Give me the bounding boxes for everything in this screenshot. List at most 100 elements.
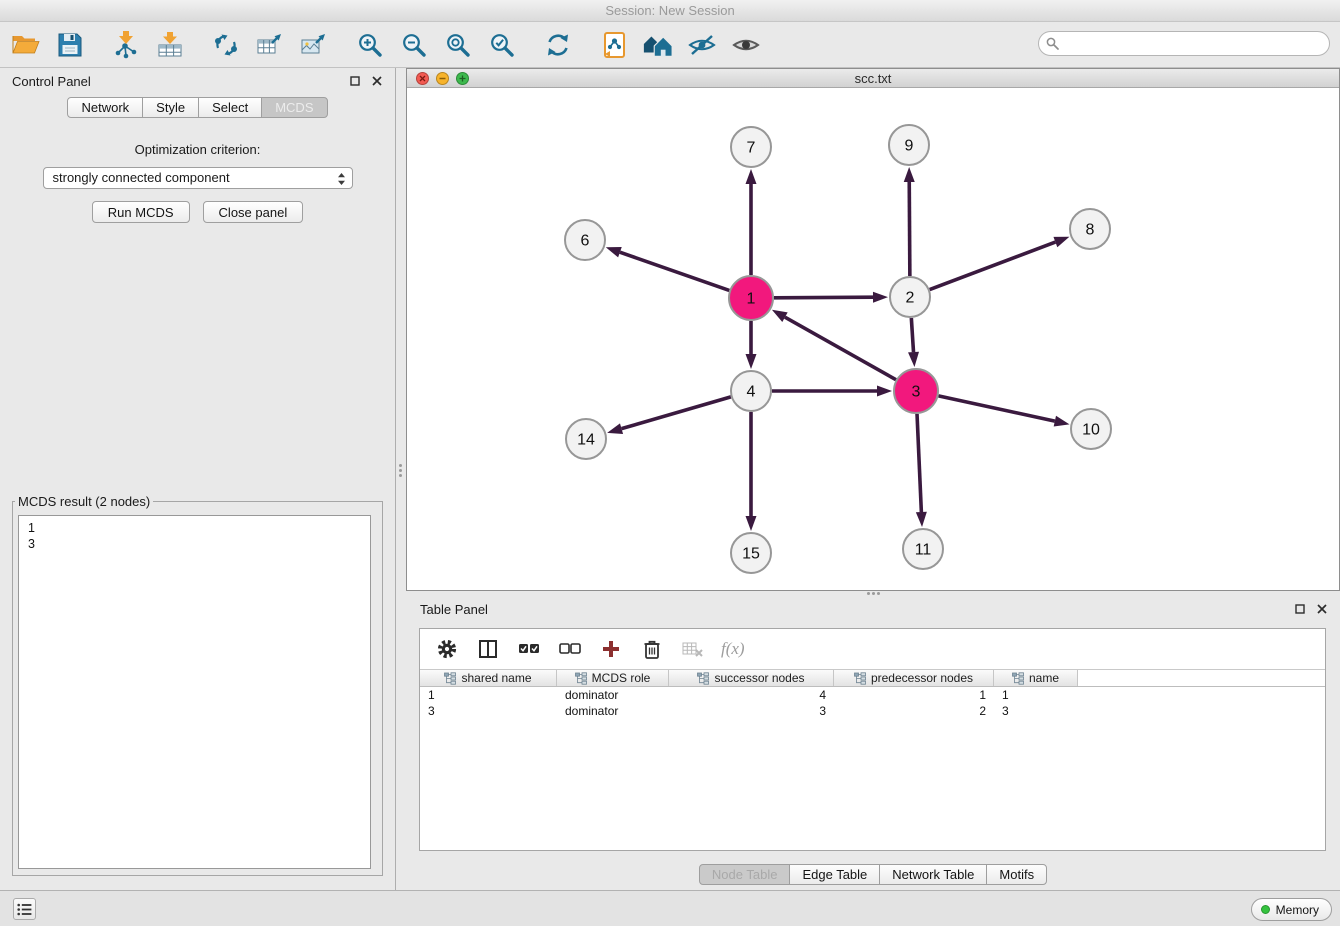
graph-node-3[interactable]: 3 [894,369,938,413]
tab-style[interactable]: Style [142,97,199,118]
edge-1-to-2[interactable] [774,297,873,298]
tab-mcds[interactable]: MCDS [261,97,327,118]
zoom-window-button[interactable] [456,72,469,85]
graph-node-4[interactable]: 4 [731,371,771,411]
close-table-panel-button[interactable] [1314,601,1330,617]
edge-4-to-14[interactable] [622,397,731,429]
refresh-button[interactable] [542,29,574,61]
table-panel-header: Table Panel [406,596,1340,622]
edge-2-to-8[interactable] [930,242,1056,290]
toolbar-group [10,29,86,61]
add-row-button[interactable] [598,636,624,662]
deselect-all-button[interactable] [557,636,583,662]
select-all-button[interactable] [516,636,542,662]
edge-3-to-11[interactable] [917,414,921,512]
window-title: Session: New Session [605,3,734,18]
network-window-titlebar: scc.txt [407,69,1339,88]
column-header-successor-nodes[interactable]: successor nodes [669,670,834,686]
network-canvas[interactable]: 7 9 6 8 1 2 4 3 14 10 15 11 [407,88,1339,590]
delete-row-button[interactable] [639,636,665,662]
settings-button[interactable] [434,636,460,662]
control-panel: Control Panel NetworkStyleSelectMCDS Opt… [0,68,396,890]
column-layout-button[interactable] [475,636,501,662]
close-window-button[interactable] [416,72,429,85]
optimization-criterion-select[interactable]: strongly connected component [43,167,353,189]
edge-2-to-3[interactable] [911,318,913,352]
edge-3-to-10[interactable] [938,396,1054,421]
graph-node-9[interactable]: 9 [889,125,929,165]
table-cell: 4 [669,687,834,703]
save-session-button[interactable] [54,29,86,61]
graph-node-2[interactable]: 2 [890,277,930,317]
edge-2-to-9[interactable] [909,182,910,276]
edge-arrowhead-icon [873,292,888,303]
column-header-shared-name[interactable]: shared name [420,670,557,686]
tab-select[interactable]: Select [198,97,262,118]
show-graphics-icon [731,32,761,58]
graph-node-7[interactable]: 7 [731,127,771,167]
column-header-name[interactable]: name [994,670,1078,686]
float-panel-button[interactable] [347,73,363,89]
column-header-MCDS-role[interactable]: MCDS role [557,670,669,686]
memory-button[interactable]: Memory [1251,898,1332,921]
export-table-button[interactable] [254,29,286,61]
graph-node-1[interactable]: 1 [729,276,773,320]
hide-graphics-button[interactable] [686,29,718,61]
node-label: 1 [747,291,756,308]
graph-node-14[interactable]: 14 [566,419,606,459]
network-share-button[interactable] [210,29,242,61]
minimize-window-button[interactable] [436,72,449,85]
column-header-predecessor-nodes[interactable]: predecessor nodes [834,670,994,686]
show-graphics-button[interactable] [730,29,762,61]
tab-edge-table[interactable]: Edge Table [789,864,880,885]
tab-network-table[interactable]: Network Table [879,864,987,885]
graph-node-8[interactable]: 8 [1070,209,1110,249]
vertical-splitter[interactable] [398,464,403,478]
task-history-button[interactable] [13,898,36,920]
import-network-button[interactable] [110,29,142,61]
result-line: 1 [28,520,361,536]
run-mcds-button[interactable]: Run MCDS [92,201,190,223]
import-table-button[interactable] [154,29,186,61]
network-document-icon [601,31,627,59]
network-view[interactable]: 7 9 6 8 1 2 4 3 14 10 15 11 [407,88,1339,590]
edge-arrowhead-icon [746,169,757,184]
zoom-selected-button[interactable] [486,29,518,61]
table-cell: dominator [557,703,669,719]
tab-motifs[interactable]: Motifs [986,864,1047,885]
node-label: 6 [581,233,590,250]
table-cell: 1 [420,687,557,703]
search-input[interactable] [1038,31,1330,56]
network-document-button[interactable] [598,29,630,61]
tab-network[interactable]: Network [67,97,143,118]
window-controls [416,72,469,85]
memory-status-icon [1261,905,1270,914]
zoom-out-button[interactable] [398,29,430,61]
zoom-in-button[interactable] [354,29,386,61]
control-panel-title: Control Panel [12,74,91,89]
zoom-fit-button[interactable] [442,29,474,61]
table-row[interactable]: 1dominator411 [420,687,1325,703]
table-header-row: shared nameMCDS rolesuccessor nodesprede… [420,669,1325,687]
graph-node-11[interactable]: 11 [903,529,943,569]
open-session-button[interactable] [10,29,42,61]
mcds-result-title: MCDS result (2 nodes) [15,494,153,509]
graph-node-6[interactable]: 6 [565,220,605,260]
node-table-container: f(x) shared nameMCDS rolesuccessor nodes… [419,628,1326,851]
edge-1-to-6[interactable] [620,252,729,290]
node-label: 10 [1082,422,1100,439]
float-table-panel-button[interactable] [1292,601,1308,617]
close-panel-button[interactable] [369,73,385,89]
delete-table-button [680,636,706,662]
graph-node-15[interactable]: 15 [731,533,771,573]
home-button[interactable] [642,29,674,61]
tab-node-table[interactable]: Node Table [699,864,791,885]
table-row[interactable]: 3dominator323 [420,703,1325,719]
close-mcds-panel-button[interactable]: Close panel [203,201,304,223]
zoom-selected-icon [488,31,516,59]
graph-node-10[interactable]: 10 [1071,409,1111,449]
edge-3-to-1[interactable] [785,317,896,380]
export-image-button[interactable] [298,29,330,61]
float-icon [350,76,360,86]
column-layout-icon [477,638,499,660]
